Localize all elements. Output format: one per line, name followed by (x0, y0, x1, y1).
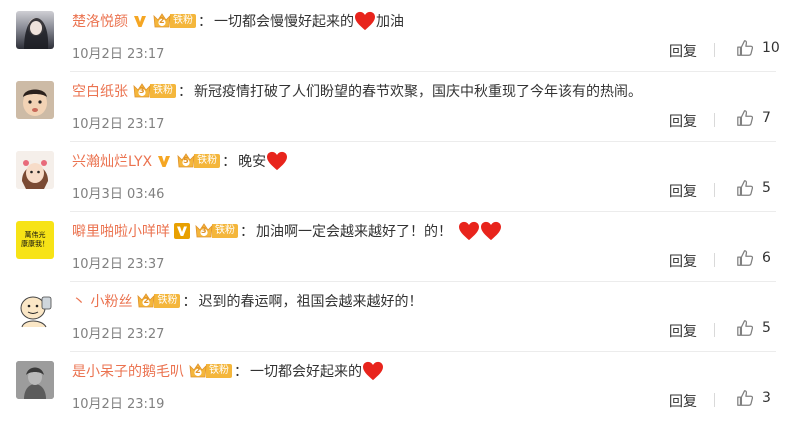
fan-badge-icon[interactable]: 5 铁粉 (176, 153, 221, 169)
avatar[interactable] (16, 361, 54, 399)
like-button[interactable]: 10 (736, 39, 780, 57)
comment-text: 一切都会好起来的 (250, 364, 362, 380)
divider (714, 183, 715, 197)
heart-icon (355, 11, 375, 31)
comment-time: 10月2日 23:17 (72, 47, 165, 62)
fan-badge-icon[interactable]: 3 铁粉 (194, 223, 238, 239)
comment-list: 楚洛悦颜 2 铁粉 ： 一切都会慢慢好起来的 加油 10月2日 23:17 回复… (0, 0, 790, 423)
comment-line: 空白纸张 3 铁粉 ： 新冠疫情打破了人们盼望的春节欢聚，国庆中秋重现了今年该有… (72, 81, 642, 101)
like-count: 7 (762, 110, 771, 126)
like-count: 5 (762, 180, 771, 196)
fan-badge-icon[interactable]: 2 铁粉 (152, 13, 196, 29)
fan-badge-icon[interactable]: 2 铁粉 (188, 363, 232, 379)
heart-icon (267, 151, 288, 171)
fan-badge-icon[interactable]: 2 铁粉 (136, 293, 181, 309)
badge-level: 2 (159, 16, 165, 25)
comment-suffix: 加油 (376, 14, 404, 30)
avatar-image (24, 18, 49, 49)
comment-item: 丶 小粉丝 2 铁粉 ： 迟到的春运啊，祖国会越来越好的！ 10月2日 23:2… (0, 280, 790, 352)
username-link[interactable]: 噼里啪啦小咩咩 (72, 221, 170, 241)
comment-text: 加油啊一定会越来越好了！的！ (256, 224, 452, 240)
like-count: 5 (762, 320, 771, 336)
thumbs-up-icon (737, 390, 754, 406)
thumbs-up-icon (737, 110, 754, 126)
comment-line: 楚洛悦颜 2 铁粉 ： 一切都会慢慢好起来的 加油 (72, 11, 404, 31)
reply-button[interactable]: 回复 (669, 251, 697, 271)
comment-text: 迟到的春运啊，祖国会越来越好的！ (198, 294, 423, 310)
like-button[interactable]: 5 (736, 319, 771, 337)
reply-button[interactable]: 回复 (669, 321, 697, 341)
heart-icon (481, 221, 501, 241)
comment-time: 10月2日 23:37 (72, 257, 165, 272)
avatar[interactable]: 萬伟光 康康我！ (16, 221, 54, 259)
avatar-image (16, 361, 54, 399)
heart-icon (363, 361, 383, 381)
like-button[interactable]: 5 (736, 179, 771, 197)
badge-level: 3 (201, 226, 207, 235)
comment-item: 是小呆子的鹅毛叭 2 铁粉 ： 一切都会好起来的 10月2日 23:19 回复 … (0, 350, 790, 422)
avatar-image (16, 151, 54, 189)
badge-level: 5 (183, 156, 189, 165)
comment-text: 新冠疫情打破了人们盼望的春节欢聚，国庆中秋重现了今年该有的热闹。 (194, 84, 642, 100)
username-link[interactable]: 兴瀚灿烂LYX (72, 151, 152, 171)
thumbs-up-icon (737, 180, 754, 196)
avatar[interactable] (16, 151, 54, 189)
comment-text: 晚安 (238, 154, 267, 170)
reply-button[interactable]: 回复 (669, 391, 697, 411)
avatar[interactable] (16, 81, 54, 119)
fan-badge-icon[interactable]: 3 铁粉 (132, 83, 176, 99)
username-link[interactable]: 丶 小粉丝 (72, 291, 132, 311)
comment-line: 噼里啪啦小咩咩 3 铁粉 ： 加油啊一定会越来越好了！的！ (72, 221, 502, 241)
divider (714, 43, 715, 57)
reply-button[interactable]: 回复 (669, 181, 697, 201)
avatar-image (16, 81, 54, 119)
heart-icon (459, 221, 479, 241)
comment-line: 兴瀚灿烂LYX 5 铁粉 ： 晚安 (72, 151, 288, 171)
username-link[interactable]: 楚洛悦颜 (72, 11, 128, 31)
avatar[interactable] (16, 291, 54, 329)
divider (714, 113, 715, 127)
reply-button[interactable]: 回复 (669, 111, 697, 131)
comment-item: 空白纸张 3 铁粉 ： 新冠疫情打破了人们盼望的春节欢聚，国庆中秋重现了今年该有… (0, 70, 790, 142)
comment-item: 楚洛悦颜 2 铁粉 ： 一切都会慢慢好起来的 加油 10月2日 23:17 回复… (0, 0, 790, 72)
comment-time: 10月2日 23:19 (72, 397, 165, 412)
badge-level: 2 (195, 366, 201, 375)
comment-line: 丶 小粉丝 2 铁粉 ： 迟到的春运啊，祖国会越来越好的！ (72, 291, 422, 311)
avatar-image (20, 296, 52, 328)
username-link[interactable]: 空白纸张 (72, 81, 128, 101)
divider (714, 393, 715, 407)
comment-text: 一切都会慢慢好起来的 (214, 14, 354, 30)
divider (714, 253, 715, 267)
verified-v-icon (132, 13, 148, 29)
comment-time: 10月2日 23:27 (72, 327, 165, 342)
comment-time: 10月2日 23:17 (72, 117, 165, 132)
comment-line: 是小呆子的鹅毛叭 2 铁粉 ： 一切都会好起来的 (72, 361, 384, 381)
verified-v-icon (156, 153, 172, 169)
comment-time: 10月3日 03:46 (72, 187, 165, 202)
badge-level: 3 (139, 86, 145, 95)
like-count: 10 (762, 40, 780, 56)
reply-button[interactable]: 回复 (669, 41, 697, 61)
comment-item: 兴瀚灿烂LYX 5 铁粉 ： 晚安 10月3日 03:46 回复 5 (0, 140, 790, 212)
thumbs-up-icon (737, 40, 754, 56)
thumbs-up-icon (737, 320, 754, 336)
avatar-text: 萬伟光 康康我！ (21, 231, 49, 248)
thumbs-up-icon (737, 250, 754, 266)
verified-v-icon (174, 223, 190, 239)
like-button[interactable]: 7 (736, 109, 771, 127)
like-button[interactable]: 3 (736, 389, 771, 407)
like-count: 6 (762, 250, 771, 266)
comment-item: 萬伟光 康康我！ 噼里啪啦小咩咩 3 铁粉 ： 加油啊一定会越来越好了！的！ 1… (0, 210, 790, 282)
badge-level: 2 (143, 296, 150, 305)
divider (714, 323, 715, 337)
like-count: 3 (762, 390, 771, 406)
like-button[interactable]: 6 (736, 249, 771, 267)
username-link[interactable]: 是小呆子的鹅毛叭 (72, 361, 184, 381)
avatar[interactable] (16, 11, 54, 49)
